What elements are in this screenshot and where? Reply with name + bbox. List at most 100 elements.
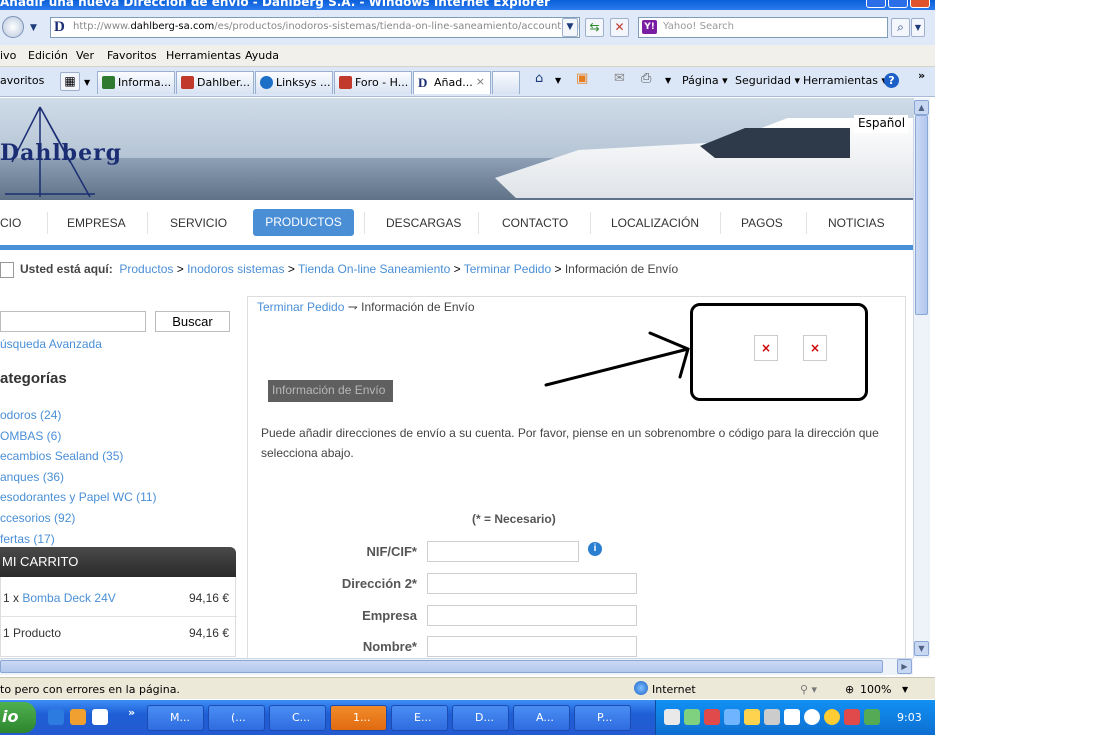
nav-descargas[interactable]: DESCARGAS bbox=[386, 216, 461, 230]
nav-servicio[interactable]: SERVICIO bbox=[170, 216, 227, 230]
horizontal-scroll-thumb[interactable] bbox=[0, 660, 883, 673]
panel-breadcrumb-link[interactable]: Terminar Pedido bbox=[257, 300, 344, 314]
tab-anadir-active[interactable]: D Añad... × bbox=[413, 71, 491, 94]
favorites-label[interactable]: avoritos bbox=[0, 74, 44, 87]
product-search-input[interactable] bbox=[0, 311, 146, 332]
tab-close-icon[interactable]: × bbox=[476, 75, 485, 88]
site-logo[interactable]: Dahlberg bbox=[0, 140, 122, 166]
taskbar-button[interactable]: D... bbox=[452, 705, 509, 731]
tray-icon[interactable] bbox=[844, 709, 860, 725]
home-icon[interactable]: ⌂ bbox=[535, 71, 543, 86]
tray-icon[interactable] bbox=[784, 709, 800, 725]
scroll-right-icon[interactable]: ▶ bbox=[897, 659, 912, 674]
taskbar-button[interactable]: C... bbox=[269, 705, 326, 731]
zoom-icon[interactable]: ⊕ bbox=[845, 683, 854, 696]
category-item[interactable]: ecambios Sealand (35) bbox=[0, 446, 157, 467]
help-icon[interactable]: ? bbox=[884, 73, 899, 88]
category-item[interactable]: OMBAS (6) bbox=[0, 426, 157, 447]
tab-informa[interactable]: Informa... bbox=[97, 71, 175, 94]
mail-icon[interactable]: ✉ bbox=[614, 71, 625, 86]
breadcrumb-terminar[interactable]: Terminar Pedido bbox=[464, 262, 551, 276]
tab-dahlberg[interactable]: Dahlber... bbox=[176, 71, 254, 94]
taskbar-button-active[interactable]: 1... bbox=[330, 705, 387, 731]
stop-icon[interactable]: ✕ bbox=[610, 18, 629, 37]
tray-icon[interactable] bbox=[664, 709, 680, 725]
tray-icon[interactable] bbox=[824, 709, 840, 725]
protected-mode-icon[interactable]: ⚲ ▾ bbox=[800, 683, 817, 696]
category-item[interactable]: anques (36) bbox=[0, 467, 157, 488]
info-icon[interactable]: i bbox=[588, 542, 602, 556]
cart-item-link[interactable]: Bomba Deck 24V bbox=[22, 591, 115, 605]
breadcrumb-inodoros[interactable]: Inodoros sistemas bbox=[187, 262, 284, 276]
new-tab-button[interactable] bbox=[492, 71, 520, 94]
tray-icon[interactable] bbox=[704, 709, 720, 725]
address-input[interactable]: http://www.dahlberg-sa.com/es/productos/… bbox=[50, 17, 580, 38]
menu-help[interactable]: Ayuda bbox=[245, 49, 279, 62]
print-dropdown-icon[interactable]: ▼ bbox=[665, 76, 671, 85]
menu-file[interactable]: ivo bbox=[0, 49, 16, 62]
taskbar-button[interactable]: A... bbox=[513, 705, 570, 731]
tray-icon[interactable] bbox=[684, 709, 700, 725]
media-quicklaunch-icon[interactable] bbox=[92, 709, 108, 725]
refresh-icon[interactable]: ⇆ bbox=[585, 18, 604, 37]
tools-menu[interactable]: Herramientas ▾ bbox=[803, 74, 887, 87]
page-menu[interactable]: Página ▾ bbox=[682, 74, 728, 87]
direccion2-input[interactable] bbox=[427, 573, 637, 594]
tray-icon[interactable] bbox=[744, 709, 760, 725]
history-dropdown-icon[interactable]: ▼ bbox=[30, 23, 37, 33]
menu-view[interactable]: Ver bbox=[76, 49, 94, 62]
vertical-scroll-thumb[interactable] bbox=[915, 115, 928, 315]
nav-productos-active[interactable]: PRODUCTOS bbox=[253, 209, 354, 236]
security-menu[interactable]: Seguridad ▾ bbox=[735, 74, 800, 87]
nav-empresa[interactable]: EMPRESA bbox=[67, 216, 126, 230]
ie-quicklaunch-icon[interactable] bbox=[48, 709, 64, 725]
nav-contacto[interactable]: CONTACTO bbox=[502, 216, 568, 230]
nav-pagos[interactable]: PAGOS bbox=[741, 216, 783, 230]
home-dropdown-icon[interactable]: ▼ bbox=[555, 76, 561, 85]
print-icon[interactable]: ⎙ bbox=[641, 71, 651, 86]
outlook-quicklaunch-icon[interactable] bbox=[70, 709, 86, 725]
feeds-icon[interactable]: ▣ bbox=[576, 71, 588, 86]
quick-tabs-icon[interactable]: ▦ bbox=[60, 72, 80, 91]
taskbar-button[interactable]: M... bbox=[147, 705, 204, 731]
buscar-button[interactable]: Buscar bbox=[155, 311, 230, 332]
nombre-input[interactable] bbox=[427, 636, 637, 657]
maximize-button[interactable] bbox=[888, 0, 908, 8]
menu-edit[interactable]: Edición bbox=[28, 49, 68, 62]
chevron-more-icon[interactable]: » bbox=[918, 69, 925, 82]
breadcrumb-productos[interactable]: Productos bbox=[119, 262, 173, 276]
more-quicklaunch-icon[interactable]: » bbox=[128, 706, 135, 719]
tray-icon[interactable] bbox=[764, 709, 780, 725]
back-button[interactable] bbox=[2, 16, 24, 38]
nav-noticias[interactable]: NOTICIAS bbox=[828, 216, 885, 230]
breadcrumb-tienda[interactable]: Tienda On-line Saneamiento bbox=[298, 262, 450, 276]
zoom-dropdown-icon[interactable]: ▼ bbox=[902, 685, 908, 694]
category-item[interactable]: odoros (24) bbox=[0, 405, 157, 426]
nav-inicio[interactable]: CIO bbox=[0, 216, 21, 230]
taskbar-button[interactable]: P... bbox=[574, 705, 631, 731]
advanced-search-link[interactable]: úsqueda Avanzada bbox=[0, 337, 102, 351]
start-button[interactable]: io bbox=[0, 702, 36, 733]
address-dropdown-icon[interactable]: ▼ bbox=[562, 18, 578, 37]
zoom-level[interactable]: 100% bbox=[860, 683, 891, 696]
search-go-icon[interactable]: ⌕ bbox=[891, 18, 910, 37]
nav-localizacion[interactable]: LOCALIZACIÓN bbox=[611, 216, 699, 230]
menu-tools[interactable]: Herramientas bbox=[166, 49, 241, 62]
taskbar-button[interactable]: (... bbox=[208, 705, 265, 731]
category-item[interactable]: ccesorios (92) bbox=[0, 508, 157, 529]
empresa-input[interactable] bbox=[427, 605, 637, 626]
scroll-down-icon[interactable]: ▼ bbox=[914, 641, 929, 656]
nif-input[interactable] bbox=[427, 541, 579, 562]
minimize-button[interactable] bbox=[866, 0, 886, 8]
tab-list-dropdown-icon[interactable]: ▼ bbox=[84, 78, 90, 87]
close-window-button[interactable] bbox=[910, 0, 930, 8]
home-icon[interactable] bbox=[0, 262, 14, 278]
category-item[interactable]: esodorantes y Papel WC (11) bbox=[0, 487, 157, 508]
tray-icon[interactable] bbox=[804, 709, 820, 725]
search-options-icon[interactable]: ▼ bbox=[911, 18, 925, 37]
menu-favorites[interactable]: Favoritos bbox=[107, 49, 157, 62]
tab-foro[interactable]: Foro - H... bbox=[334, 71, 412, 94]
tab-linksys[interactable]: Linksys ... bbox=[255, 71, 333, 94]
search-input[interactable]: Yahoo! Search bbox=[638, 17, 888, 38]
language-selector[interactable]: Español bbox=[854, 115, 908, 133]
